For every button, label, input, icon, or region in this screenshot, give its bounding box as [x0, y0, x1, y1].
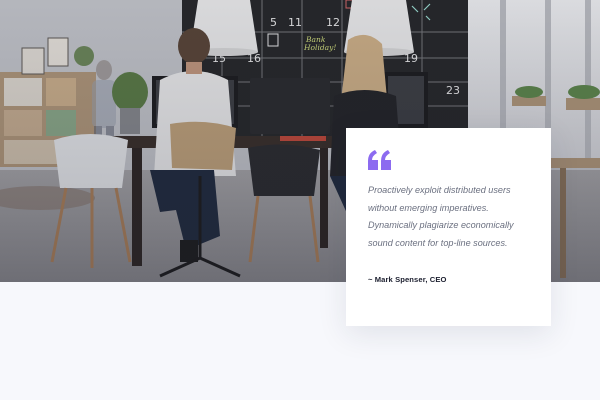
calendar-number: 12	[326, 16, 340, 29]
testimonial-author: ~ Mark Spenser, CEO	[368, 275, 447, 284]
quote-line: without emerging imperatives.	[368, 202, 489, 213]
calendar-number: 11	[288, 16, 302, 29]
calendar-number: 23	[446, 84, 460, 97]
quote-icon	[368, 150, 391, 170]
quote-line: Proactively exploit distributed users	[368, 185, 511, 195]
testimonial-quote: Proactively exploit distributed users wi…	[368, 182, 529, 252]
testimonial-card: Proactively exploit distributed users wi…	[346, 128, 551, 326]
quote-line: sound content for top-line sources.	[368, 237, 508, 248]
quote-line: Dynamically plagiarize economically	[368, 220, 514, 230]
monitor	[250, 78, 330, 134]
calendar-note: Holiday!	[303, 43, 336, 52]
calendar-number: 5	[270, 16, 277, 29]
